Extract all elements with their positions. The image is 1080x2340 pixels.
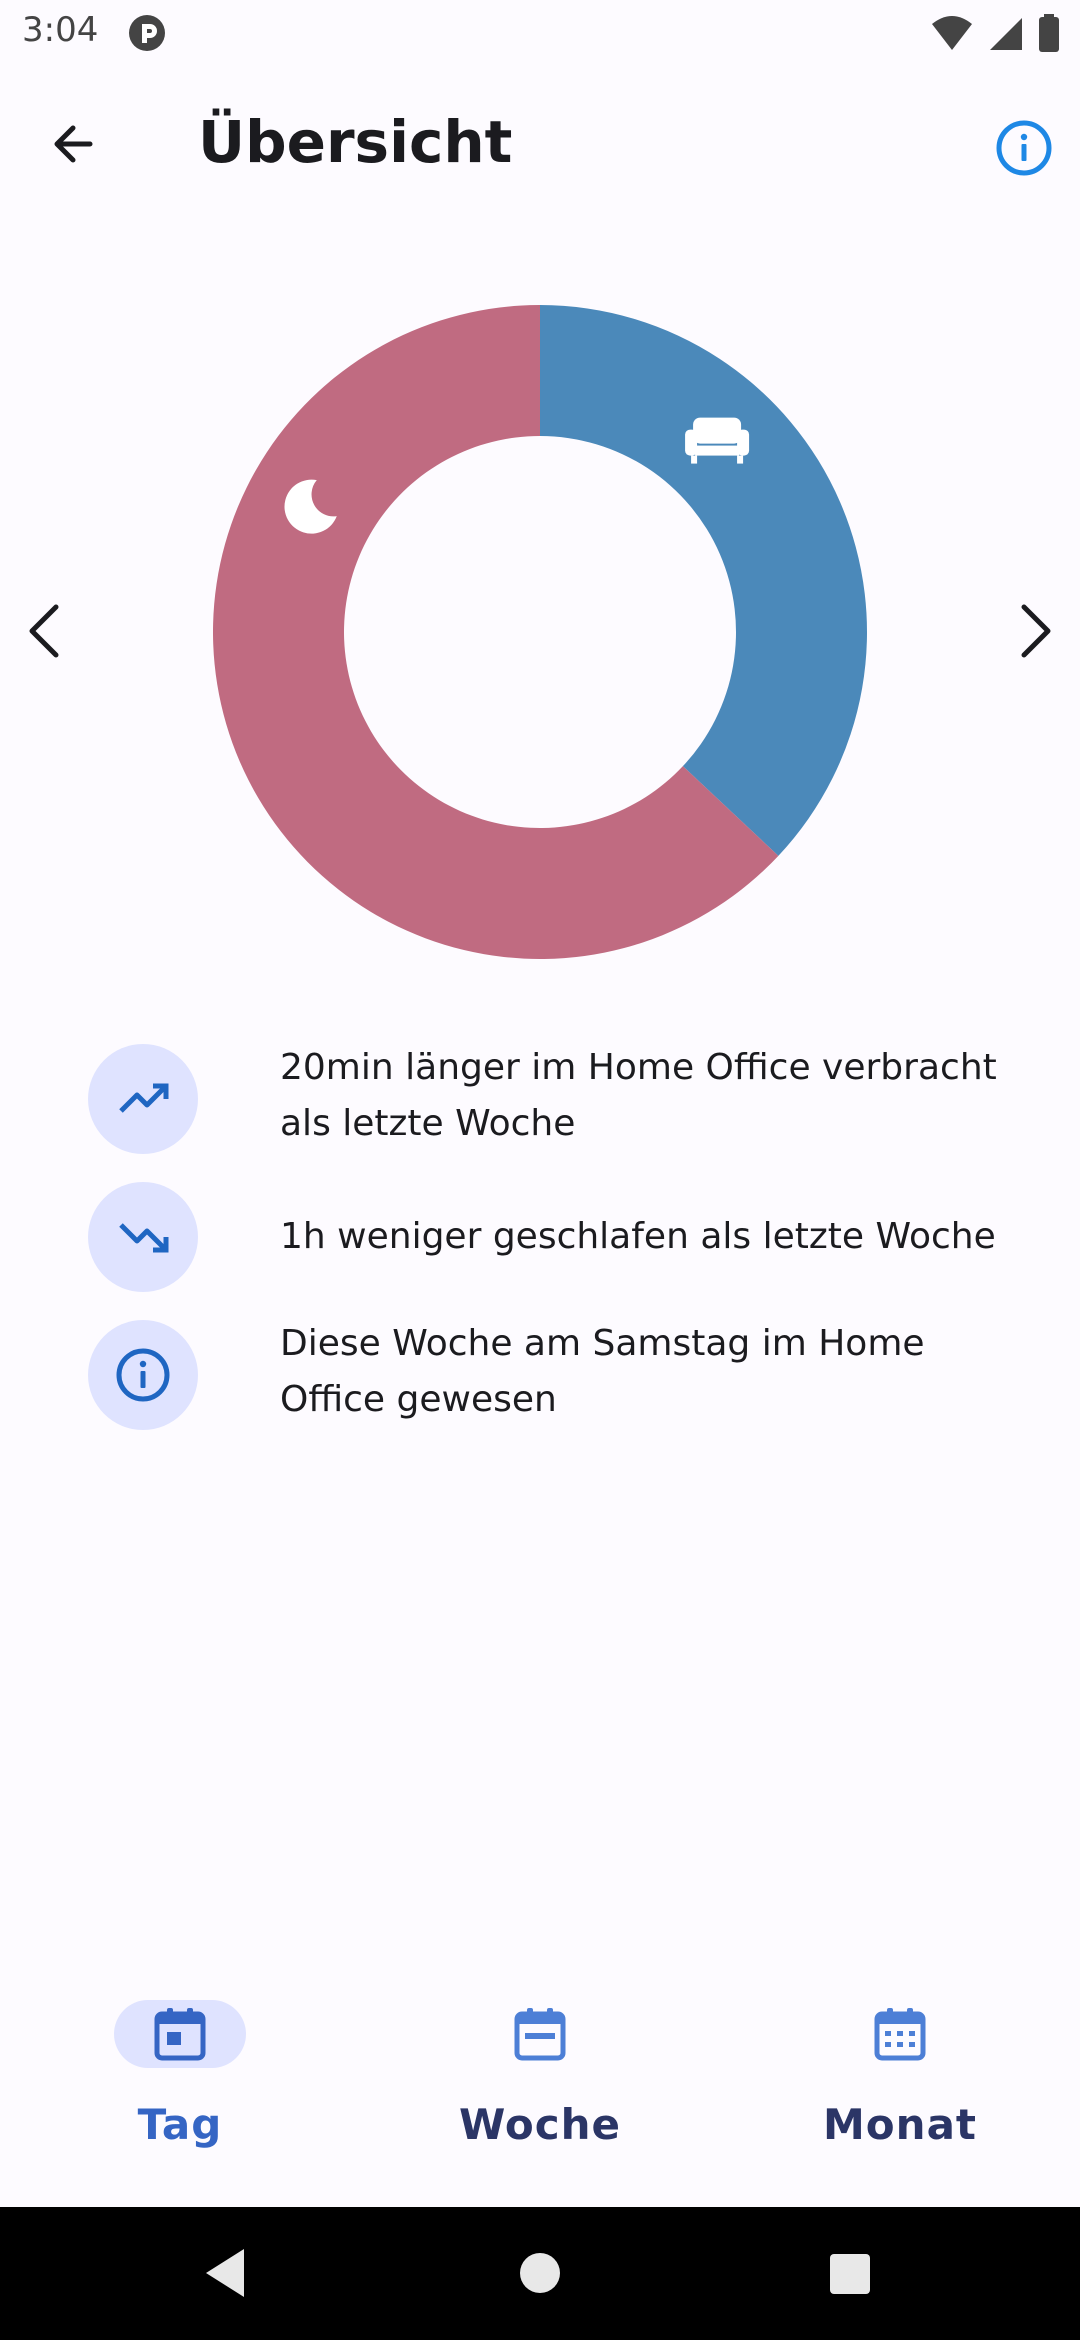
nav-indicator — [114, 2000, 246, 2068]
battery-icon — [1039, 14, 1059, 52]
nav-item-monat[interactable]: Monat — [720, 1980, 1080, 2206]
nav-indicator — [474, 2000, 606, 2068]
status-time: 3:04 — [22, 10, 99, 50]
nav-item-tag[interactable]: Tag — [0, 1980, 360, 2206]
calendar-week-icon — [514, 2008, 566, 2061]
nav-indicator — [834, 2000, 966, 2068]
calendar-month-icon — [874, 2008, 926, 2061]
info-circle-icon[interactable] — [984, 108, 1064, 188]
chevron-right-icon[interactable] — [1010, 595, 1062, 667]
insight-item: 1h weniger geschlafen als letzte Woche — [88, 1182, 1038, 1292]
info-circle-icon — [88, 1320, 198, 1430]
trending-down-icon — [88, 1182, 198, 1292]
nav-label-tag: Tag — [137, 2100, 223, 2149]
calendar-day-icon — [154, 2008, 206, 2061]
trending-up-icon — [88, 1044, 198, 1154]
donut-chart — [213, 305, 867, 959]
arrow-back-icon[interactable] — [40, 108, 112, 180]
system-navigation-bar — [0, 2207, 1080, 2340]
back-triangle-icon[interactable] — [200, 2245, 250, 2301]
insight-text: Diese Woche am Samstag im Home Office ge… — [280, 1323, 925, 1420]
page-title: Übersicht — [198, 108, 513, 176]
insight-item: Diese Woche am Samstag im Home Office ge… — [88, 1320, 1038, 1430]
insight-text: 20min länger im Home Office verbracht al… — [280, 1047, 997, 1144]
wifi-icon — [932, 16, 972, 50]
recents-square-icon[interactable] — [828, 2252, 872, 2296]
insight-text: 1h weniger geschlafen als letzte Woche — [280, 1216, 996, 1257]
nav-label-monat: Monat — [823, 2100, 977, 2149]
signal-icon — [990, 18, 1022, 50]
nav-label-woche: Woche — [459, 2100, 621, 2149]
chevron-left-icon[interactable] — [18, 595, 70, 667]
donut-slice-1[interactable] — [540, 305, 867, 856]
nav-item-woche[interactable]: Woche — [360, 1980, 720, 2206]
bottom-navigation: Tag Woche Monat — [0, 1980, 1080, 2206]
status-icons — [930, 14, 1060, 54]
home-circle-icon[interactable] — [518, 2251, 562, 2295]
insight-item: 20min länger im Home Office verbracht al… — [88, 1044, 1038, 1154]
app-notification-icon — [129, 15, 165, 51]
